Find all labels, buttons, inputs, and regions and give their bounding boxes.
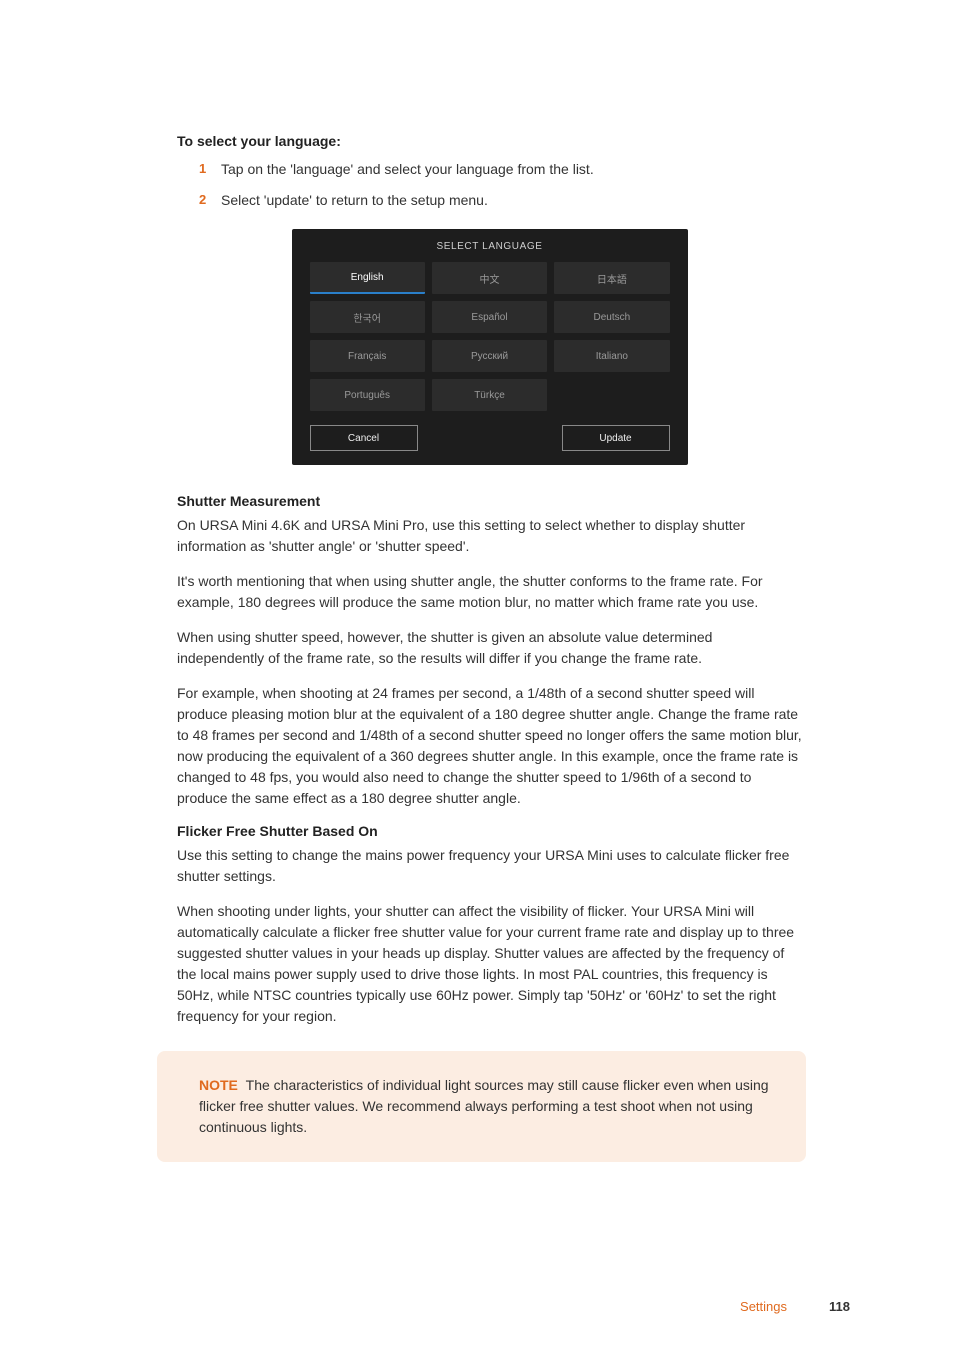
- note-content: NOTE The characteristics of individual l…: [199, 1077, 769, 1135]
- body-text: It's worth mentioning that when using sh…: [177, 571, 802, 613]
- step-text: Tap on the 'language' and select your la…: [221, 159, 802, 180]
- language-option-korean[interactable]: 한국어: [310, 301, 425, 333]
- language-option-german[interactable]: Deutsch: [554, 301, 669, 333]
- language-option-japanese[interactable]: 日本語: [554, 262, 669, 294]
- footer-section: Settings: [740, 1299, 787, 1314]
- page-content: To select your language: 1 Tap on the 'l…: [0, 0, 954, 1162]
- body-text: For example, when shooting at 24 frames …: [177, 683, 802, 809]
- note-body: The characteristics of individual light …: [199, 1077, 769, 1135]
- language-option-empty: [554, 379, 669, 411]
- page-footer: Settings 118: [740, 1299, 850, 1314]
- body-text: When shooting under lights, your shutter…: [177, 901, 802, 1027]
- intro-heading: To select your language:: [177, 133, 802, 149]
- footer-page-number: 118: [829, 1299, 850, 1314]
- note-callout: NOTE The characteristics of individual l…: [157, 1051, 806, 1162]
- language-option-italian[interactable]: Italiano: [554, 340, 669, 372]
- panel-title: SELECT LANGUAGE: [310, 241, 670, 252]
- step-item: 1 Tap on the 'language' and select your …: [199, 159, 802, 180]
- language-option-french[interactable]: Français: [310, 340, 425, 372]
- note-label: NOTE: [199, 1077, 238, 1093]
- select-language-panel: SELECT LANGUAGE English 中文 日本語 한국어 Españ…: [292, 229, 688, 465]
- flicker-heading: Flicker Free Shutter Based On: [177, 823, 802, 839]
- step-number: 2: [199, 190, 221, 211]
- step-item: 2 Select 'update' to return to the setup…: [199, 190, 802, 211]
- panel-buttons: Cancel Update: [310, 425, 670, 451]
- body-text: When using shutter speed, however, the s…: [177, 627, 802, 669]
- language-grid: English 中文 日本語 한국어 Español Deutsch Franç…: [310, 262, 670, 411]
- steps-list: 1 Tap on the 'language' and select your …: [199, 159, 802, 211]
- update-button[interactable]: Update: [562, 425, 670, 451]
- body-text: Use this setting to change the mains pow…: [177, 845, 802, 887]
- language-option-spanish[interactable]: Español: [432, 301, 547, 333]
- shutter-heading: Shutter Measurement: [177, 493, 802, 509]
- cancel-button[interactable]: Cancel: [310, 425, 418, 451]
- language-option-portuguese[interactable]: Português: [310, 379, 425, 411]
- language-option-english[interactable]: English: [310, 262, 425, 294]
- language-option-chinese[interactable]: 中文: [432, 262, 547, 294]
- step-text: Select 'update' to return to the setup m…: [221, 190, 802, 211]
- body-text: On URSA Mini 4.6K and URSA Mini Pro, use…: [177, 515, 802, 557]
- step-number: 1: [199, 159, 221, 180]
- language-option-turkish[interactable]: Türkçe: [432, 379, 547, 411]
- language-option-russian[interactable]: Русский: [432, 340, 547, 372]
